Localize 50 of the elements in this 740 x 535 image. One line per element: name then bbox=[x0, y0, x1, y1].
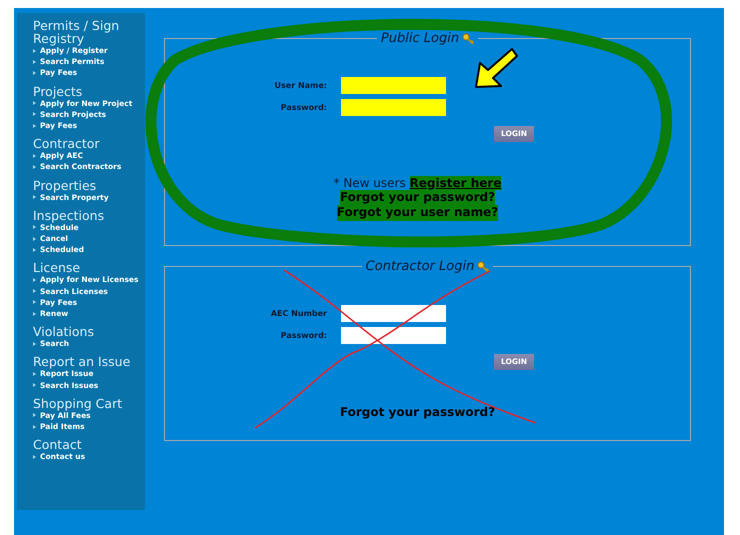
bullet-icon bbox=[33, 154, 36, 158]
bullet-icon bbox=[33, 60, 36, 64]
panel-title: Contractor Login bbox=[366, 259, 474, 274]
bullet-icon bbox=[33, 383, 36, 388]
field-label: User Name: bbox=[274, 81, 327, 90]
bullet-icon bbox=[33, 195, 36, 200]
menu-heading: Permits / Sign Registry bbox=[33, 19, 120, 45]
input-field[interactable] bbox=[341, 77, 446, 94]
bullet-icon bbox=[33, 236, 36, 241]
field-label: Password: bbox=[280, 103, 327, 112]
bullet-icon bbox=[33, 312, 36, 316]
menu-heading: Shopping Cart bbox=[33, 396, 124, 410]
bullet-icon bbox=[33, 413, 36, 418]
menu-heading: Inspections bbox=[33, 208, 106, 222]
arrow-annotation bbox=[475, 48, 518, 88]
bullet-icon bbox=[33, 165, 36, 170]
bullet-icon bbox=[33, 278, 36, 282]
bullet-icon bbox=[33, 225, 36, 230]
bullet-icon bbox=[33, 454, 36, 459]
bullet-icon bbox=[33, 372, 36, 376]
field-label: AEC Number bbox=[270, 309, 327, 318]
bullet-icon bbox=[33, 248, 36, 252]
bullet-icon bbox=[33, 71, 36, 75]
key-icon bbox=[462, 32, 474, 44]
input-field[interactable] bbox=[341, 305, 446, 322]
bullet-icon bbox=[33, 124, 36, 128]
menu-heading: License bbox=[33, 261, 82, 274]
new-users-note: * New users Register here bbox=[334, 176, 502, 190]
input-field[interactable] bbox=[341, 99, 446, 116]
menu-heading: Report an Issue bbox=[33, 355, 132, 368]
panel-title: Public Login bbox=[380, 31, 460, 46]
forgot-link[interactable]: Forgot your user name? bbox=[336, 205, 498, 220]
menu-heading: Contact bbox=[33, 438, 83, 452]
bullet-icon bbox=[33, 300, 36, 304]
menu-heading: Projects bbox=[33, 84, 84, 98]
input-field[interactable] bbox=[341, 327, 446, 344]
bullet-icon bbox=[33, 342, 36, 346]
forgot-link[interactable]: Forgot your password? bbox=[340, 404, 496, 420]
menu-heading: Properties bbox=[33, 178, 98, 192]
bullet-icon bbox=[33, 424, 36, 429]
register-link[interactable]: Register here bbox=[410, 176, 502, 190]
key-icon bbox=[477, 260, 490, 272]
bullet-icon bbox=[33, 112, 36, 116]
field-label: Password: bbox=[280, 331, 327, 340]
menu-heading: Contractor bbox=[33, 137, 101, 150]
forgot-link[interactable]: Forgot your password? bbox=[340, 190, 496, 205]
bullet-icon bbox=[33, 289, 36, 294]
menu-heading: Violations bbox=[33, 325, 95, 338]
bullet-icon bbox=[33, 101, 36, 106]
bullet-icon bbox=[33, 48, 36, 53]
